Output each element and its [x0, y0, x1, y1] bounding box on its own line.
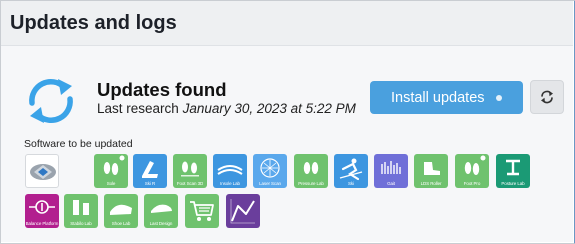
tile-caption: Balance Platform — [25, 221, 59, 226]
software-tile-skier[interactable]: Ski — [334, 154, 368, 188]
software-tile-balance[interactable]: Balance Platform — [25, 194, 59, 228]
software-tile-posture[interactable]: Posture Lab — [496, 154, 530, 188]
tile-caption: LDS Roller — [420, 181, 442, 186]
tile-caption: Insole Lab — [220, 181, 240, 186]
install-updates-label: Install updates — [391, 89, 485, 106]
software-list-label: Software to be updated — [24, 138, 133, 150]
status-title: Updates found — [97, 79, 227, 100]
tile-caption: Laser Scan — [259, 181, 281, 186]
refresh-button[interactable] — [530, 80, 564, 114]
software-tile-feet[interactable]: Sole — [94, 154, 128, 188]
software-tile-bars[interactable]: Stabilo Lab — [64, 194, 98, 228]
tile-caption: Sole — [106, 181, 116, 186]
software-tile-insole[interactable]: Insole Lab — [213, 154, 247, 188]
globe-icon — [30, 164, 56, 180]
tile-caption: Ski R — [144, 181, 156, 186]
graph-icon — [230, 199, 255, 224]
last-research-label: Last research — [97, 101, 179, 116]
software-tile-ski[interactable]: Ski R — [133, 154, 167, 188]
software-tile-wave[interactable]: Laser Scan — [253, 154, 287, 188]
software-tile-lines[interactable]: Gait — [374, 154, 408, 188]
refresh-icon — [541, 90, 553, 104]
software-tile-last[interactable]: Last Design — [144, 194, 178, 228]
sync-icon — [29, 78, 73, 124]
page-title: Updates and logs — [10, 12, 177, 34]
software-tile-boot[interactable]: LDS Roller — [414, 154, 448, 188]
last-research-text: Last research January 30, 2023 at 5:22 P… — [97, 101, 356, 116]
window-header: Updates and logs — [1, 1, 573, 46]
tile-caption: Shoe Lab — [111, 221, 131, 226]
software-tile-shoe[interactable]: Shoe Lab — [104, 194, 138, 228]
last-research-date: January 30, 2023 at 5:22 PM — [182, 101, 356, 116]
tile-caption: Stabilo Lab — [70, 221, 92, 226]
software-tile-feet-pressure[interactable]: Pressure Lab — [294, 154, 328, 188]
tile-caption: Last Design — [149, 221, 173, 226]
tile-caption: Posture Lab — [501, 181, 525, 186]
tile-caption: Pressure Lab — [298, 181, 324, 186]
install-updates-button[interactable]: Install updates — [370, 81, 523, 114]
software-tile-feet-scan[interactable]: Foot Scan 3D — [173, 154, 207, 188]
software-tile-feet-pro[interactable]: Foot Pro — [455, 154, 489, 188]
tile-caption: Ski — [348, 181, 354, 186]
dot-icon — [496, 95, 502, 101]
software-tile-cart[interactable] — [185, 194, 219, 228]
tile-caption: Gait — [387, 181, 395, 186]
tile-caption: Foot Scan 3D — [176, 181, 204, 186]
cart-icon — [190, 201, 214, 221]
software-tile-graph[interactable] — [226, 194, 260, 228]
software-tile-globe[interactable] — [25, 154, 59, 188]
tile-caption: Foot Pro — [463, 181, 481, 186]
